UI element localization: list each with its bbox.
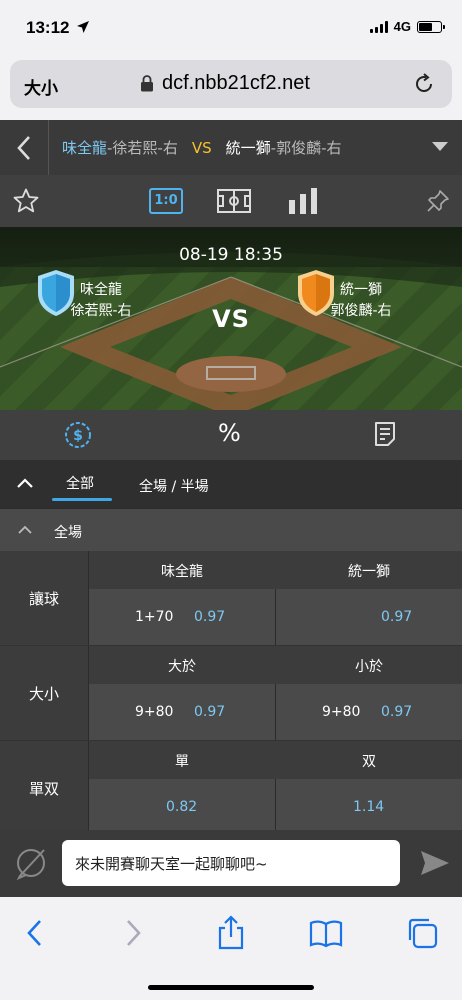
field-icon[interactable] [217,189,251,213]
active-tab-indicator [52,498,112,501]
back-chevron-icon[interactable] [14,134,34,162]
away-team-shield-icon [298,270,334,316]
tabs-icon[interactable] [404,915,440,951]
bet-cell[interactable]: 0.82 [89,779,275,835]
match-banner: 08-19 18:35 味全龍 徐若熙-右 VS 統一獅 郭俊麟-右 [0,227,462,410]
bet-head-option: 統一獅 [348,564,390,580]
percent-icon[interactable]: % [218,419,241,447]
bet-head-option: 味全龍 [161,564,203,580]
match-toolbar: 1:0 [0,175,462,227]
bet-head-option: 大於 [168,659,196,675]
money-icon[interactable]: $ [64,421,92,449]
match-dropdown-icon[interactable] [432,142,448,151]
bet-odds: 0.97 [194,704,226,720]
signal-icon [369,20,388,33]
bet-odds: 0.97 [381,609,413,625]
header-divider [48,120,49,175]
bet-cells: 9+80 0.97 9+80 0.97 [89,684,462,740]
bet-cells: 1+70 0.97 0.97 [89,589,462,645]
header-home-team: 味全龍 [62,139,108,157]
document-icon[interactable] [374,421,396,447]
home-indicator [148,985,314,990]
section-chevron-icon[interactable] [17,524,33,536]
bet-head: 單 双 [89,741,462,779]
tab-all[interactable]: 全部 [66,473,94,493]
bet-label: 單双 [0,741,88,835]
bet-odds: 0.97 [381,704,413,720]
share-icon[interactable] [213,915,249,951]
away-team-block: 統一獅 郭俊麟-右 [296,269,426,320]
chat-input[interactable]: 來未開賽聊天室一起聊聊吧~ [62,840,400,886]
bet-cell[interactable]: 1+70 0.97 [89,589,275,645]
bookmarks-icon[interactable] [308,915,344,951]
pin-icon[interactable] [426,189,450,213]
status-indicators: 4G [369,19,445,34]
bet-head: 味全龍 統一獅 [89,551,462,589]
bet-line: 9+80 [135,704,174,720]
browser-toolbar [0,897,462,1000]
bet-row-over-under: 大小 大於 小於 9+80 0.97 9+80 0.97 [0,646,462,741]
bet-type-icons: $ % [0,410,462,460]
bet-cell[interactable]: 9+80 0.97 [89,684,275,740]
text-size-button[interactable]: 大小 [24,74,58,99]
market-tabs: 全部 全場 / 半場 [0,460,462,508]
tab-full-half[interactable]: 全場 / 半場 [139,476,209,496]
bet-head-option: 單 [175,754,189,770]
battery-icon [417,20,445,33]
lock-icon [141,75,153,92]
bet-cells: 0.82 1.14 [89,779,462,835]
bet-cell[interactable]: 0.97 [276,589,462,645]
bet-odds: 0.82 [166,799,198,815]
chat-disabled-icon[interactable] [14,847,48,881]
network-label: 4G [393,19,411,34]
send-icon[interactable] [420,850,450,876]
bet-head: 大於 小於 [89,646,462,684]
collapse-chevron-icon[interactable] [16,476,34,490]
reload-icon[interactable] [412,72,436,96]
location-arrow-icon [77,21,89,33]
status-time: 13:12 [26,18,70,37]
bet-label: 讓球 [0,551,88,645]
bet-label: 大小 [0,646,88,740]
match-datetime: 08-19 18:35 [179,245,283,265]
bet-odds: 1.14 [353,799,385,815]
bet-odds: 0.97 [194,609,226,625]
browser-address-area: 大小 dcf.nbb21cf2.net [0,56,462,120]
header-vs: VS [191,139,212,157]
match-title: 味全龍-徐若熙-右 VS 統一獅-郭俊麟-右 [62,137,341,158]
star-icon[interactable] [12,187,40,215]
status-bar: 13:12 4G [0,0,462,56]
bet-head-option: 双 [362,754,376,770]
browser-back-icon[interactable] [18,915,54,951]
bet-head-option: 小於 [355,659,383,675]
bet-cell[interactable]: 9+80 0.97 [276,684,462,740]
match-header: 味全龍-徐若熙-右 VS 統一獅-郭俊麟-右 [0,120,462,175]
svg-text:$: $ [73,428,83,444]
section-title: 全場 [54,525,82,541]
address-bar[interactable]: 大小 dcf.nbb21cf2.net [10,60,452,108]
bet-line: 9+80 [322,704,361,720]
header-away-pitcher: -郭俊麟-右 [270,139,342,157]
browser-forward-icon[interactable] [114,915,150,951]
bet-cell[interactable]: 1.14 [276,779,462,835]
bet-line: 1+70 [135,609,174,625]
header-away-team: 統一獅 [225,139,271,157]
header-home-pitcher: -徐若熙-右 [107,139,178,157]
bet-row-odd-even: 單双 單 双 0.82 1.14 [0,741,462,836]
bet-table: 讓球 味全龍 統一獅 1+70 0.97 0.97 大小 大於 小於 9+80 … [0,551,462,836]
chat-bar: 來未開賽聊天室一起聊聊吧~ [0,830,462,897]
stats-bar-icon[interactable] [288,188,318,214]
section-header-full-game[interactable]: 全場 [0,509,462,551]
bet-row-handicap: 讓球 味全龍 統一獅 1+70 0.97 0.97 [0,551,462,646]
url-text[interactable]: dcf.nbb21cf2.net [162,72,310,95]
score-view-button[interactable]: 1:0 [149,188,183,214]
